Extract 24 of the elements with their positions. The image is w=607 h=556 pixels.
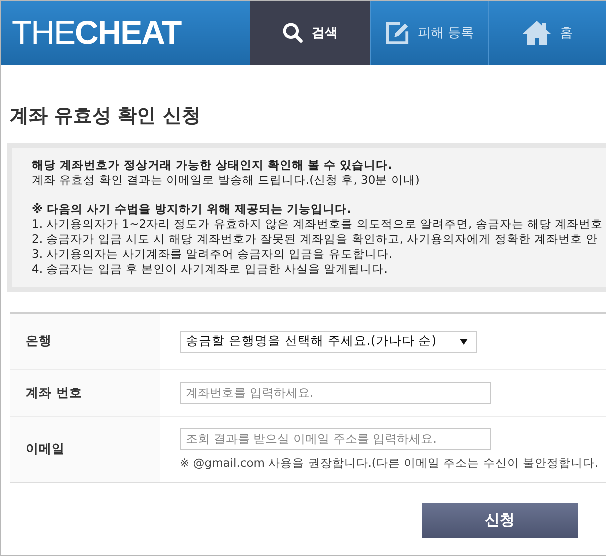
notice-item: 2. 송금자가 입금 시도 시 해당 계좌번호가 잘못된 계좌임을 확인하고, 사기용의자에게 정확한 계좌번호 안 — [32, 232, 600, 247]
notice-text: 계좌 유효성 확인 결과는 이메일로 발송해 드립니다.(신청 후, 30분 이내) — [32, 173, 421, 188]
notice-item: 1. 사기용의자가 1~2자리 정도가 유효하지 않은 계좌번호를 의도적으로 알려주면, 송금자는 해당 계좌번호 — [32, 217, 604, 232]
nav-tab[interactable]: 검색 — [250, 1, 370, 65]
field-label: 은행 — [10, 314, 160, 369]
field-label: 이메일 — [10, 417, 160, 482]
bank-dropdown[interactable]: 송금할 은행명을 선택해 주세요.(가나다 순) — [180, 330, 477, 352]
caret-icon — [460, 338, 468, 346]
site-logo[interactable]: THECHEAT — [1, 1, 250, 65]
notice-item: 3. 사기용의자는 사기계좌를 알려주어 송금자의 입금을 유도합니다. — [32, 247, 394, 262]
field-note: ※ @gmail.com 사용을 권장합니다.(다른 이메일 주소는 수신이 불안정합니다. — [180, 456, 599, 471]
submit-button[interactable]: 신청 — [422, 503, 578, 538]
notice-item: 4. 송금자는 입금 후 본인이 사기계좌로 입금한 사실을 알게됩니다. — [32, 262, 389, 277]
input-field[interactable]: 계좌번호를 입력하세요. — [180, 382, 491, 404]
notice-heading: 해당 계좌번호가 정상거래 가능한 상태인지 확인해 볼 수 있습니다. — [32, 158, 394, 173]
search-icon — [282, 22, 304, 44]
nav-tab[interactable]: 홈 — [488, 1, 606, 65]
page-title: 계좌 유효성 확인 신청 — [10, 104, 202, 129]
house-icon — [522, 20, 552, 46]
field-label: 계좌 번호 — [10, 370, 160, 416]
input-field[interactable]: 조회 결과를 받으실 이메일 주소를 입력하세요. — [180, 428, 491, 450]
pencil-square-icon — [384, 20, 410, 46]
notice-subheading: ※ 다음의 사기 수법을 방지하기 위해 제공되는 기능입니다. — [32, 202, 353, 217]
nav-tab[interactable]: 피해 등록 — [370, 1, 488, 65]
